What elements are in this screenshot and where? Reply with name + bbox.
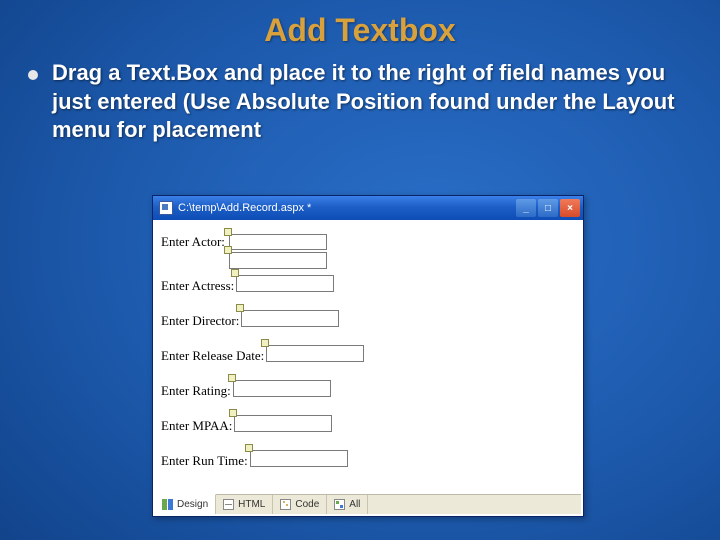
- tab-all[interactable]: All: [327, 495, 368, 514]
- tab-label: Code: [295, 499, 319, 510]
- design-surface[interactable]: Enter Actor: Enter Actress: Enter Director…: [155, 222, 581, 492]
- textbox-control[interactable]: [234, 415, 332, 432]
- textbox-control[interactable]: [233, 380, 331, 397]
- textbox-control[interactable]: [241, 310, 339, 327]
- bullet-icon: [28, 70, 38, 80]
- resize-handle-icon[interactable]: [231, 269, 239, 277]
- textbox-control[interactable]: [250, 450, 348, 467]
- tab-design[interactable]: Design: [155, 494, 216, 514]
- field-row: Enter Actress:: [161, 275, 334, 296]
- design-icon: [162, 499, 173, 510]
- titlebar[interactable]: C:\temp\Add.Record.aspx * _ □ ×: [153, 196, 583, 220]
- bullet-row: Drag a Text.Box and place it to the righ…: [0, 49, 720, 145]
- close-button[interactable]: ×: [560, 199, 580, 217]
- textbox-control[interactable]: [266, 345, 364, 362]
- tab-code[interactable]: Code: [273, 495, 327, 514]
- all-icon: [334, 499, 345, 510]
- tab-html[interactable]: HTML: [216, 495, 273, 514]
- editor-window: C:\temp\Add.Record.aspx * _ □ × Enter Ac…: [152, 195, 584, 517]
- textbox-control[interactable]: [229, 234, 327, 250]
- html-icon: [223, 499, 234, 510]
- code-icon: [280, 499, 291, 510]
- field-row: Enter Rating:: [161, 380, 331, 401]
- field-label: Enter Director:: [161, 313, 239, 329]
- tab-label: HTML: [238, 499, 265, 510]
- maximize-button[interactable]: □: [538, 199, 558, 217]
- bullet-text: Drag a Text.Box and place it to the righ…: [52, 59, 680, 145]
- resize-handle-icon[interactable]: [224, 246, 232, 254]
- field-row: Enter Release Date:: [161, 345, 364, 366]
- field-label: Enter Actor:: [161, 234, 225, 250]
- minimize-button[interactable]: _: [516, 199, 536, 217]
- field-row: Enter MPAA:: [161, 415, 332, 436]
- window-title: C:\temp\Add.Record.aspx *: [178, 202, 514, 214]
- resize-handle-icon[interactable]: [224, 228, 232, 236]
- field-label: Enter Actress:: [161, 278, 234, 294]
- field-label: Enter Rating:: [161, 383, 231, 399]
- field-label: Enter Run Time:: [161, 453, 248, 469]
- resize-handle-icon[interactable]: [236, 304, 244, 312]
- resize-handle-icon[interactable]: [245, 444, 253, 452]
- field-row: Enter Run Time:: [161, 450, 348, 471]
- resize-handle-icon[interactable]: [229, 409, 237, 417]
- field-label: Enter Release Date:: [161, 348, 264, 364]
- field-row: Enter Actor:: [161, 234, 327, 273]
- resize-handle-icon[interactable]: [261, 339, 269, 347]
- resize-handle-icon[interactable]: [228, 374, 236, 382]
- view-tabs: Design HTML Code All: [155, 494, 581, 514]
- textbox-control[interactable]: [236, 275, 334, 292]
- field-row: Enter Director:: [161, 310, 339, 331]
- tab-label: Design: [177, 499, 208, 510]
- textbox-control[interactable]: [229, 252, 327, 269]
- app-icon: [159, 201, 173, 215]
- tab-label: All: [349, 499, 360, 510]
- field-label: Enter MPAA:: [161, 418, 232, 434]
- slide-title: Add Textbox: [0, 0, 720, 49]
